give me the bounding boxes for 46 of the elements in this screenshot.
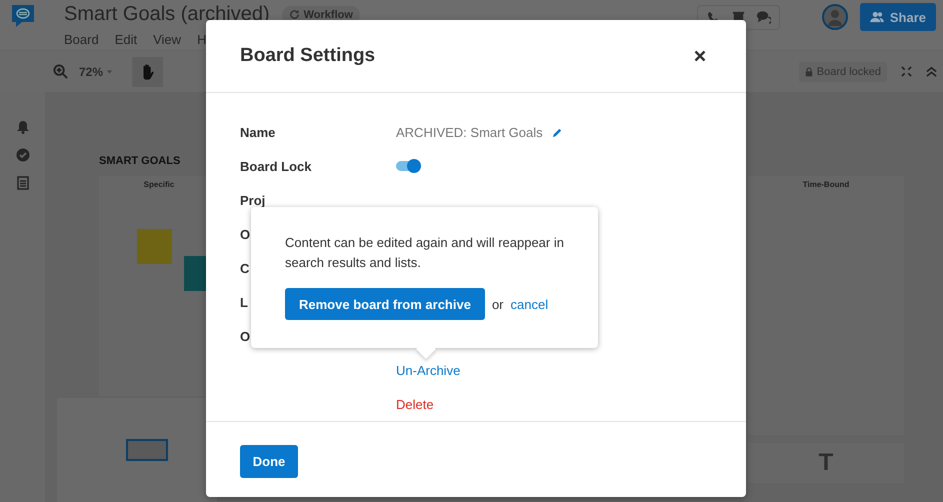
cancel-link[interactable]: cancel [510,296,548,312]
setting-label: L [240,294,248,310]
setting-label: O [240,226,250,242]
card-title: Specific [142,180,176,189]
close-icon[interactable] [694,50,706,62]
chat-bubble-logo[interactable] [10,4,36,28]
or-text: or [492,296,504,312]
double-chevron-up-icon[interactable] [926,66,937,77]
unarchive-link[interactable]: Un-Archive [396,362,460,378]
setting-label: Name [240,124,276,140]
delete-link[interactable]: Delete [396,396,434,412]
setting-label: Proj [240,192,266,208]
setting-value: ARCHIVED: Smart Goals [396,124,543,140]
refresh-icon [288,9,300,20]
list-icon[interactable] [16,176,30,190]
caret-icon [107,70,112,74]
popover-message: Content can be edited again and will reappear in search results and lists. [285,234,565,272]
toggle-switch[interactable] [396,161,420,171]
menu-item[interactable]: View [153,32,182,47]
menu-item[interactable]: Board [64,32,99,47]
check-circle-icon[interactable] [16,148,30,162]
hand-tool-button[interactable] [132,56,164,86]
menu-item[interactable]: H [197,32,206,47]
lock-icon [804,66,813,76]
pencil-icon[interactable] [552,126,563,138]
sticky-note [137,229,172,264]
zoom-dropdown[interactable]: 72% [79,64,112,78]
text-glyph: T [818,449,834,477]
remove-from-archive-button[interactable]: Remove board from archive [285,288,485,320]
setting-label: Board Lock [240,158,312,174]
zoom-in-icon[interactable] [53,64,68,79]
avatar-icon[interactable] [822,4,848,30]
card-title: Time-Bound [802,180,850,189]
rectangle-shape [126,439,168,461]
canvas-heading: SMART GOALS [99,155,180,167]
setting-label: C [240,260,250,276]
chat-icon[interactable] [756,10,771,24]
bell-icon[interactable] [16,120,30,134]
setting-label: O [240,328,250,344]
people-icon [870,11,884,23]
share-button[interactable]: Share [860,3,936,31]
fullscreen-icon[interactable] [901,66,912,77]
dialog-title: Board Settings [240,45,376,67]
board-title: Smart Goals (archived) [64,3,270,26]
menu-item[interactable]: Edit [114,32,138,47]
done-button[interactable]: Done [240,444,298,478]
